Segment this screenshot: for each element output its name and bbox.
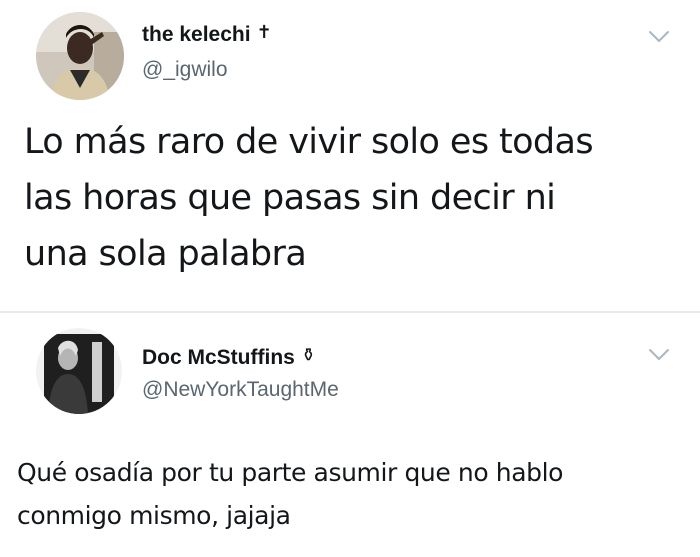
- tweet-card[interactable]: the kelechi ✝ @_igwilo Lo más raro de viv…: [0, 0, 700, 312]
- display-name-text: Doc McStuffins: [142, 346, 295, 369]
- avatar[interactable]: [36, 12, 124, 100]
- tweet-text: Lo más raro de vivir solo es todas las h…: [24, 122, 594, 274]
- chevron-down-icon: [649, 349, 669, 360]
- display-name[interactable]: the kelechi ✝: [142, 22, 272, 47]
- avatar[interactable]: [36, 328, 122, 414]
- tweet-menu-button[interactable]: [648, 30, 670, 44]
- user-handle[interactable]: @NewYorkTaughtMe: [142, 378, 339, 402]
- avatar-photo: [36, 12, 124, 100]
- tweet-text: Qué osadía por tu parte asumir que no ha…: [17, 458, 564, 530]
- tweet-menu-button[interactable]: [648, 348, 670, 362]
- display-name-text: the kelechi: [142, 23, 251, 46]
- chevron-down-icon: [649, 31, 669, 42]
- cross-icon: ✝: [256, 22, 272, 42]
- trophy-icon: ⚱: [300, 345, 316, 365]
- reply-tweet-card[interactable]: Doc McStuffins ⚱ @NewYorkTaughtMe Qué osa…: [0, 313, 700, 557]
- user-handle[interactable]: @_igwilo: [142, 58, 228, 82]
- avatar-photo: [36, 328, 122, 414]
- display-name[interactable]: Doc McStuffins ⚱: [142, 345, 316, 370]
